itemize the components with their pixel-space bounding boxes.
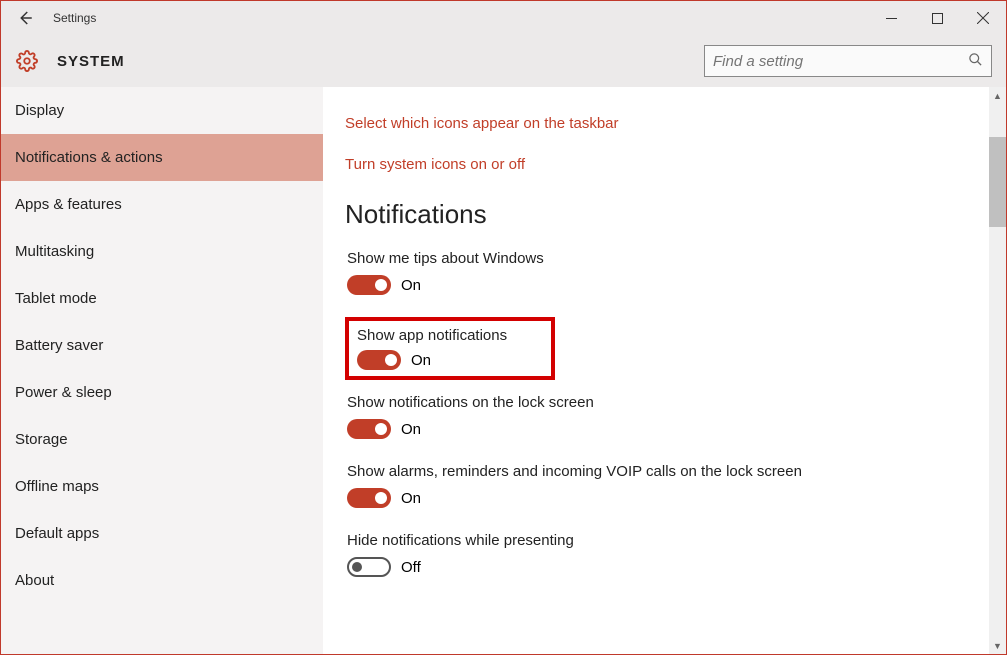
setting-label: Show app notifications [357,327,543,344]
sidebar-item-about[interactable]: About [1,557,323,604]
sidebar-item-default-apps[interactable]: Default apps [1,510,323,557]
titlebar: Settings [1,1,1006,35]
main-panel: Select which icons appear on the taskbar… [323,87,1006,654]
sidebar-item-notifications-actions[interactable]: Notifications & actions [1,134,323,181]
setting-label: Show me tips about Windows [347,250,827,267]
search-input[interactable] [713,53,968,70]
setting-label: Hide notifications while presenting [347,532,827,549]
sub-header: SYSTEM [1,35,1006,87]
gear-icon [15,49,39,73]
toggle-knob [352,562,362,572]
close-button[interactable] [960,1,1006,35]
toggle-knob [375,279,387,291]
scroll-thumb[interactable] [989,137,1006,227]
sidebar-item-display[interactable]: Display [1,87,323,134]
toggle-knob [375,492,387,504]
link-taskbar-icons[interactable]: Select which icons appear on the taskbar [345,115,984,132]
scroll-up-button[interactable]: ▲ [989,87,1006,104]
section-header-notifications: Notifications [345,199,984,230]
toggle-state-label: On [411,352,431,369]
close-icon [977,12,989,24]
sidebar-item-multitasking[interactable]: Multitasking [1,228,323,275]
toggle-state-label: On [401,277,421,294]
minimize-button[interactable] [868,1,914,35]
toggle-state-label: On [401,421,421,438]
search-icon [968,52,983,70]
maximize-icon [932,13,943,24]
setting-label: Show alarms, reminders and incoming VOIP… [347,463,827,480]
link-system-icons[interactable]: Turn system icons on or off [345,156,984,173]
back-button[interactable] [1,1,49,35]
toggle-state-label: Off [401,559,421,576]
toggle-state-label: On [401,490,421,507]
setting-label: Show notifications on the lock screen [347,394,827,411]
maximize-button[interactable] [914,1,960,35]
toggle-switch[interactable] [347,419,391,439]
toggle-switch[interactable] [347,275,391,295]
toggle-switch[interactable] [347,488,391,508]
content-area: DisplayNotifications & actionsApps & fea… [1,87,1006,654]
arrow-left-icon [16,9,34,27]
sidebar-item-tablet-mode[interactable]: Tablet mode [1,275,323,322]
page-title: SYSTEM [57,53,125,70]
sidebar-item-battery-saver[interactable]: Battery saver [1,322,323,369]
search-box[interactable] [704,45,992,77]
window-title: Settings [49,11,96,25]
sidebar: DisplayNotifications & actionsApps & fea… [1,87,323,654]
sidebar-item-storage[interactable]: Storage [1,416,323,463]
scroll-down-button[interactable]: ▼ [989,637,1006,654]
highlight-annotation: Show app notifications On [345,317,555,380]
sidebar-item-apps-features[interactable]: Apps & features [1,181,323,228]
toggle-knob [375,423,387,435]
sidebar-item-offline-maps[interactable]: Offline maps [1,463,323,510]
scrollbar-vertical[interactable]: ▲ ▼ [989,87,1006,654]
toggle-switch[interactable] [357,350,401,370]
minimize-icon [886,13,897,24]
window-controls [868,1,1006,35]
toggle-switch[interactable] [347,557,391,577]
toggle-knob [385,354,397,366]
sidebar-item-power-sleep[interactable]: Power & sleep [1,369,323,416]
